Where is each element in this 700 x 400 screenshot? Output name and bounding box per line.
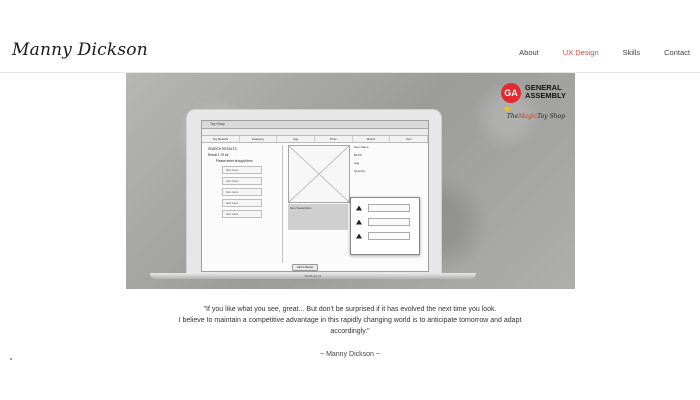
- sidebar-result-item: Item name: [222, 199, 262, 207]
- person-icon: [356, 233, 362, 239]
- laptop-base: MacBook Air: [150, 273, 476, 279]
- ga-badge: GA: [501, 83, 521, 103]
- sidebar-result-item: Item name: [222, 166, 262, 174]
- item-details: Item Name $0.00 Age Quantity: [354, 145, 424, 177]
- nav-ux-design[interactable]: UX Design: [563, 48, 599, 57]
- popup-field: [368, 218, 410, 226]
- site-header: Manny Dickson About UX Design Skills Con…: [0, 0, 700, 73]
- detail-line: Quantity: [354, 169, 366, 173]
- detail-line: Item Name: [354, 145, 369, 149]
- magic-toy-shop-logo: TheMagicToy Shop: [506, 113, 565, 120]
- quote-line: I believe to maintain a competitive adva…: [178, 317, 522, 324]
- detail-line: Age: [354, 161, 360, 165]
- browser-toolbar: [202, 129, 428, 136]
- laptop-label: MacBook Air: [304, 274, 322, 278]
- image-placeholder-icon: [289, 146, 349, 202]
- sidebar-subtitle: Result 1 Of ##: [208, 153, 229, 157]
- hero-image: Toy Shop Toy Results Category Age Price …: [126, 73, 575, 289]
- wireframe-popup: [350, 197, 420, 255]
- nav-skills[interactable]: Skills: [623, 48, 641, 57]
- menu-item: Price: [315, 136, 353, 142]
- sidebar-result-item: Item name: [222, 177, 262, 185]
- sidebar-title: SEARCH RESULTS: [208, 147, 237, 151]
- wireframe-sidebar: SEARCH RESULTS Result 1 Of ## Please ent…: [204, 145, 283, 263]
- quote-line: "If you like what you see, great... But …: [203, 306, 497, 313]
- site-logo[interactable]: Manny Dickson: [12, 40, 148, 60]
- popup-row: [356, 218, 419, 226]
- person-icon: [356, 219, 362, 225]
- menu-item: Brand: [353, 136, 391, 142]
- detail-line: $0.00: [354, 153, 362, 157]
- wireframe-menu: Toy Results Category Age Price Brand Sor…: [202, 136, 429, 143]
- menu-item: Category: [240, 136, 278, 142]
- general-assembly-logo: GA GENERAL ASSEMBLY: [501, 83, 566, 105]
- sidebar-result-item: Item name: [222, 210, 262, 218]
- popup-field: [368, 232, 410, 240]
- menu-item: Age: [277, 136, 316, 142]
- quote-author: ~ Manny Dickson ~: [320, 351, 380, 358]
- sidebar-result-item: Item name: [222, 188, 262, 196]
- nav-about[interactable]: About: [519, 48, 539, 57]
- star-icon: [503, 105, 511, 113]
- wireframe-screen: Toy Shop Toy Results Category Age Price …: [201, 120, 429, 272]
- item-description: Item Description: [288, 204, 348, 230]
- sidebar-note: Please enter brought item: [216, 159, 253, 163]
- menu-item: Sort: [390, 136, 429, 142]
- decorative-dot: [10, 358, 12, 360]
- add-to-basket-button: Add to Basket: [292, 255, 319, 273]
- popup-row: [356, 232, 419, 240]
- nav-contact[interactable]: Contact: [664, 48, 690, 57]
- person-icon: [356, 205, 362, 211]
- image-placeholder: [288, 145, 350, 203]
- main-nav: About UX Design Skills Contact: [495, 48, 690, 57]
- menu-item: Toy Results: [202, 136, 240, 142]
- quote-block: "If you like what you see, great... But …: [110, 304, 590, 337]
- browser-tab: Toy Shop: [202, 121, 428, 129]
- ga-wordmark: GENERAL ASSEMBLY: [525, 83, 566, 100]
- popup-row: [356, 204, 419, 212]
- quote-line: accordingly.": [330, 328, 370, 335]
- laptop-illustration: Toy Shop Toy Results Category Age Price …: [186, 109, 442, 275]
- popup-field: [368, 204, 410, 212]
